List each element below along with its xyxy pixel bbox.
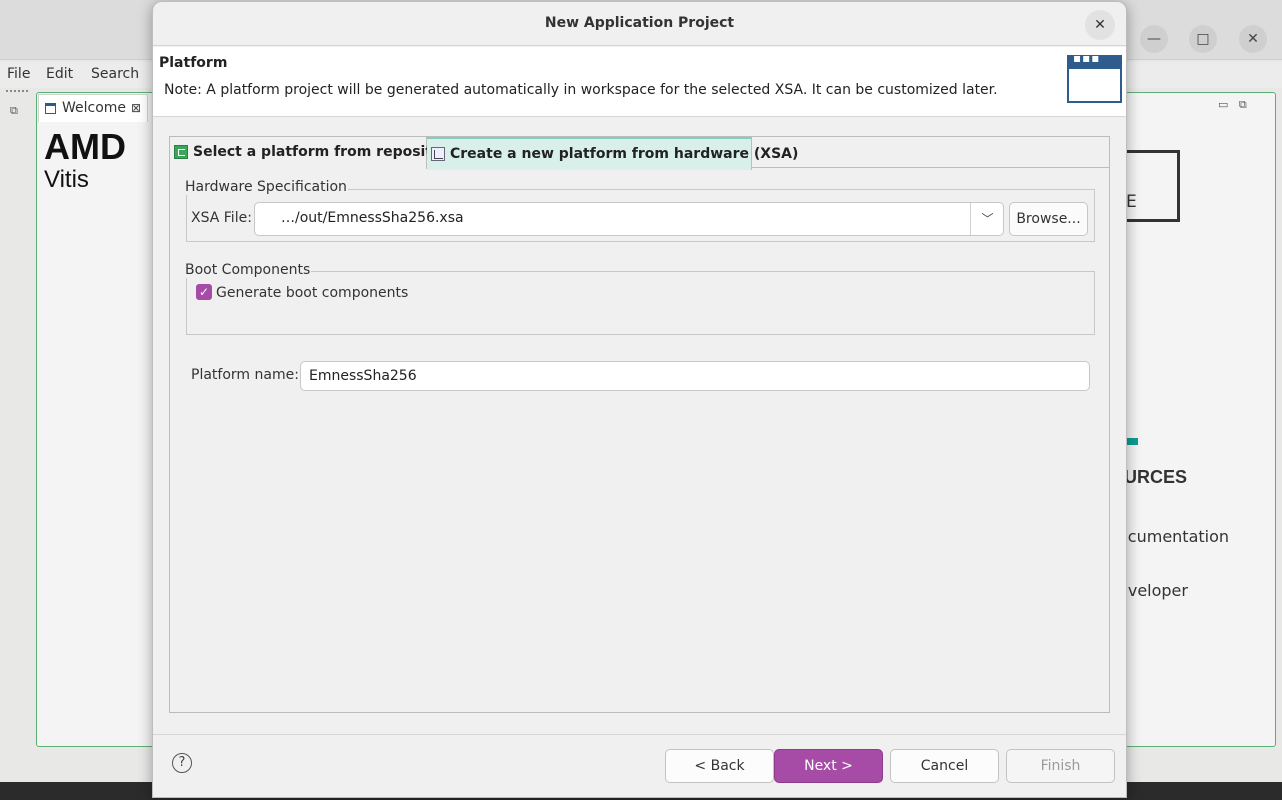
vitis-logo-text: Vitis: [44, 166, 89, 193]
wizard-header: Platform Note: A platform project will b…: [153, 47, 1126, 117]
close-icon[interactable]: ✕: [1239, 25, 1267, 53]
tab-select-platform-repository[interactable]: Select a platform from repository: [170, 137, 458, 169]
tab-xsa-label: Create a new platform from hardware (XSA…: [450, 146, 799, 162]
amd-logo: AMD: [44, 126, 126, 167]
tab-close-icon[interactable]: ⊠: [131, 101, 141, 115]
repository-icon: [174, 145, 188, 159]
menu-edit[interactable]: Edit: [46, 66, 73, 82]
dialog-close-icon[interactable]: ✕: [1085, 10, 1115, 40]
tab-repository-label: Select a platform from repository: [193, 144, 458, 160]
documentation-link[interactable]: ocumentation: [1118, 527, 1229, 546]
new-application-project-dialog: New Application Project ✕ Platform Note:…: [152, 1, 1127, 798]
help-icon[interactable]: ?: [172, 753, 192, 773]
finish-button[interactable]: Finish: [1006, 749, 1115, 783]
chevron-down-icon[interactable]: ﹀: [970, 203, 1004, 235]
generate-boot-label[interactable]: Generate boot components: [216, 285, 408, 301]
menu-file[interactable]: File: [7, 66, 30, 82]
boot-components-group: [186, 271, 1095, 335]
view-minmax-icons[interactable]: ▭ ⧉: [1218, 98, 1247, 112]
platform-name-input[interactable]: [300, 361, 1090, 391]
tab-create-platform-xsa[interactable]: Create a new platform from hardware (XSA…: [427, 137, 798, 170]
browse-button[interactable]: Browse...: [1009, 202, 1088, 236]
wizard-banner-icon: ▪▪▪: [1067, 51, 1122, 103]
cancel-button[interactable]: Cancel: [890, 749, 999, 783]
menu-search[interactable]: Search: [91, 66, 139, 82]
hardware-xsa-icon: [431, 147, 445, 161]
banner-dots: ▪▪▪: [1073, 51, 1101, 65]
maximize-icon[interactable]: □: [1189, 25, 1217, 53]
dialog-titlebar: New Application Project ✕: [153, 2, 1126, 46]
welcome-tab-icon: [45, 103, 56, 114]
back-button[interactable]: < Back: [665, 749, 774, 783]
xsa-file-label: XSA File:: [191, 210, 252, 226]
toolbar-separator: [6, 90, 28, 92]
accent-bar: [1126, 438, 1138, 445]
xsa-file-value[interactable]: …/out/EmnessSha256.xsa: [281, 210, 464, 226]
dialog-title: New Application Project: [544, 15, 735, 31]
platform-name-label: Platform name:: [191, 367, 299, 383]
developer-link[interactable]: eveloper: [1118, 581, 1188, 600]
wizard-page-title: Platform: [159, 55, 228, 71]
minimize-icon[interactable]: —: [1140, 25, 1168, 53]
welcome-tab-label: Welcome: [62, 100, 127, 116]
hardware-specification-title: Hardware Specification: [184, 179, 348, 195]
footer-divider: [153, 734, 1126, 735]
platform-tab-folder: Select a platform from repository Create…: [169, 136, 1110, 713]
generate-boot-checkbox[interactable]: ✓: [196, 284, 212, 300]
xsa-file-combo[interactable]: …/out/EmnessSha256.xsa ﹀: [254, 202, 1004, 236]
restore-icon[interactable]: ⧉: [10, 104, 18, 118]
boot-components-title: Boot Components: [184, 262, 312, 278]
wizard-page-note: Note: A platform project will be generat…: [164, 82, 998, 98]
welcome-card-label: E: [1126, 192, 1137, 212]
tab-welcome[interactable]: Welcome ⊠: [38, 94, 148, 122]
next-button[interactable]: Next >: [774, 749, 883, 783]
